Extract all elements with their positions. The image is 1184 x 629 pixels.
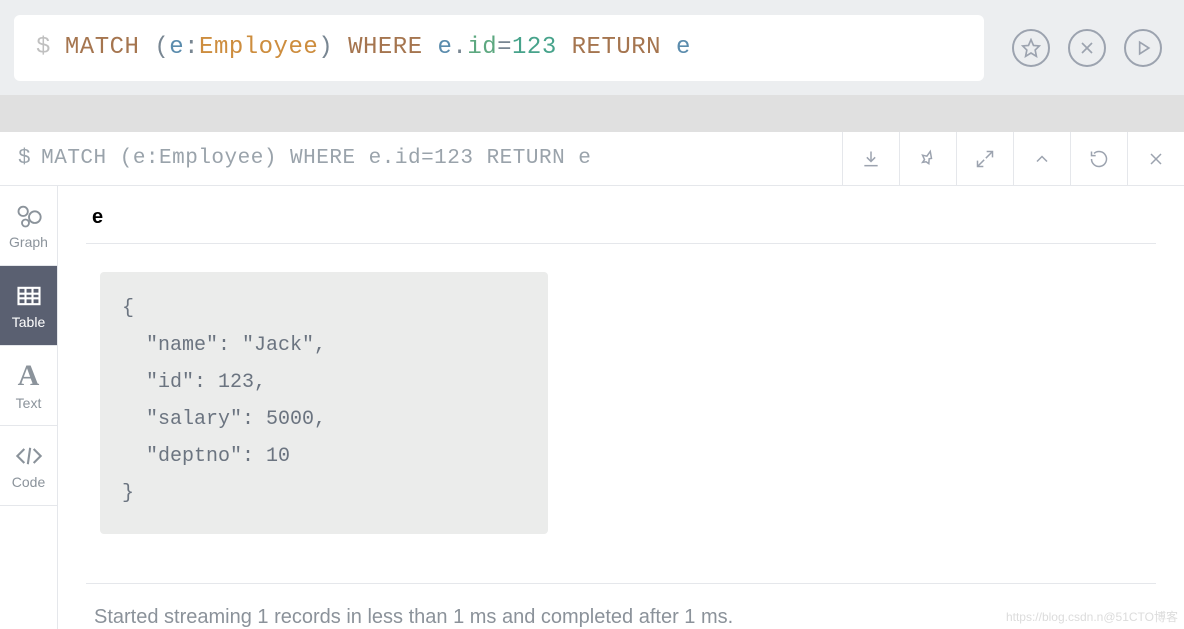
- chevron-up-icon: [1032, 149, 1052, 169]
- frame-query-echo: $ MATCH (e:Employee) WHERE e.id=123 RETUR…: [0, 147, 842, 170]
- download-icon: [861, 149, 881, 169]
- run-button[interactable]: [1124, 29, 1162, 67]
- favorite-button[interactable]: [1012, 29, 1050, 67]
- frame-header: $ MATCH (e:Employee) WHERE e.id=123 RETUR…: [0, 132, 1184, 186]
- frame-toolbar: [842, 132, 1184, 186]
- fullscreen-button[interactable]: [956, 132, 1013, 186]
- frame-query-text: MATCH (e:Employee) WHERE e.id=123 RETURN…: [41, 147, 591, 170]
- frame-body: Graph Table A Text Code e { "name": "Jac…: [0, 186, 1184, 629]
- query-editor-bar: $ MATCH (e:Employee) WHERE e.id=123 RETU…: [0, 0, 1184, 95]
- view-table-tab[interactable]: Table: [0, 266, 57, 346]
- tok-eq: =: [497, 34, 512, 61]
- watermark: https://blog.csdn.n@51CTO博客: [1006, 608, 1178, 625]
- result-frame: $ MATCH (e:Employee) WHERE e.id=123 RETUR…: [0, 132, 1184, 629]
- code-icon: [15, 442, 43, 470]
- view-text-label: Text: [16, 395, 42, 411]
- close-icon: [1146, 149, 1166, 169]
- clear-button[interactable]: [1068, 29, 1106, 67]
- tok-rparen: ): [318, 34, 333, 61]
- close-frame-button[interactable]: [1127, 132, 1184, 186]
- result-json-cell[interactable]: { "name": "Jack", "id": 123, "salary": 5…: [100, 272, 548, 534]
- view-code-tab[interactable]: Code: [0, 426, 57, 506]
- text-icon: A: [18, 361, 40, 391]
- tok-lparen: (: [154, 34, 169, 61]
- graph-icon: [15, 202, 43, 230]
- result-area: e { "name": "Jack", "id": 123, "salary":…: [58, 186, 1184, 629]
- view-table-label: Table: [12, 314, 45, 330]
- gap-area: [0, 95, 1184, 132]
- table-icon: [15, 282, 43, 310]
- tok-prop: id: [467, 34, 497, 61]
- tok-label: Employee: [199, 34, 318, 61]
- editor-actions: [1012, 29, 1162, 67]
- table-row: { "name": "Jack", "id": 123, "salary": 5…: [86, 244, 1156, 584]
- expand-icon: [975, 149, 995, 169]
- status-line: Started streaming 1 records in less than…: [86, 584, 1156, 629]
- tok-where: WHERE: [348, 34, 423, 61]
- view-text-tab[interactable]: A Text: [0, 346, 57, 426]
- tok-var-e2: e: [438, 34, 453, 61]
- download-button[interactable]: [842, 132, 899, 186]
- column-header-e: e: [86, 202, 1156, 244]
- rerun-button[interactable]: [1070, 132, 1127, 186]
- tok-return: RETURN: [572, 34, 661, 61]
- query-input[interactable]: MATCH (e:Employee) WHERE e.id=123 RETURN…: [65, 34, 691, 61]
- tok-var-e3: e: [676, 34, 691, 61]
- view-graph-tab[interactable]: Graph: [0, 186, 57, 266]
- view-rail: Graph Table A Text Code: [0, 186, 58, 629]
- query-editor[interactable]: $ MATCH (e:Employee) WHERE e.id=123 RETU…: [14, 15, 984, 81]
- view-graph-label: Graph: [9, 234, 48, 250]
- pin-button[interactable]: [899, 132, 956, 186]
- refresh-icon: [1089, 149, 1109, 169]
- pin-icon: [918, 149, 938, 169]
- tok-var-e1: e: [169, 34, 184, 61]
- tok-match: MATCH: [65, 34, 140, 61]
- collapse-button[interactable]: [1013, 132, 1070, 186]
- tok-num: 123: [512, 34, 557, 61]
- editor-prompt: $: [36, 34, 51, 61]
- view-code-label: Code: [12, 474, 45, 490]
- tok-colon: :: [184, 34, 199, 61]
- tok-dot: .: [452, 34, 467, 61]
- close-icon: [1077, 38, 1097, 58]
- frame-prompt: $: [18, 147, 31, 170]
- star-icon: [1021, 38, 1041, 58]
- play-icon: [1133, 38, 1153, 58]
